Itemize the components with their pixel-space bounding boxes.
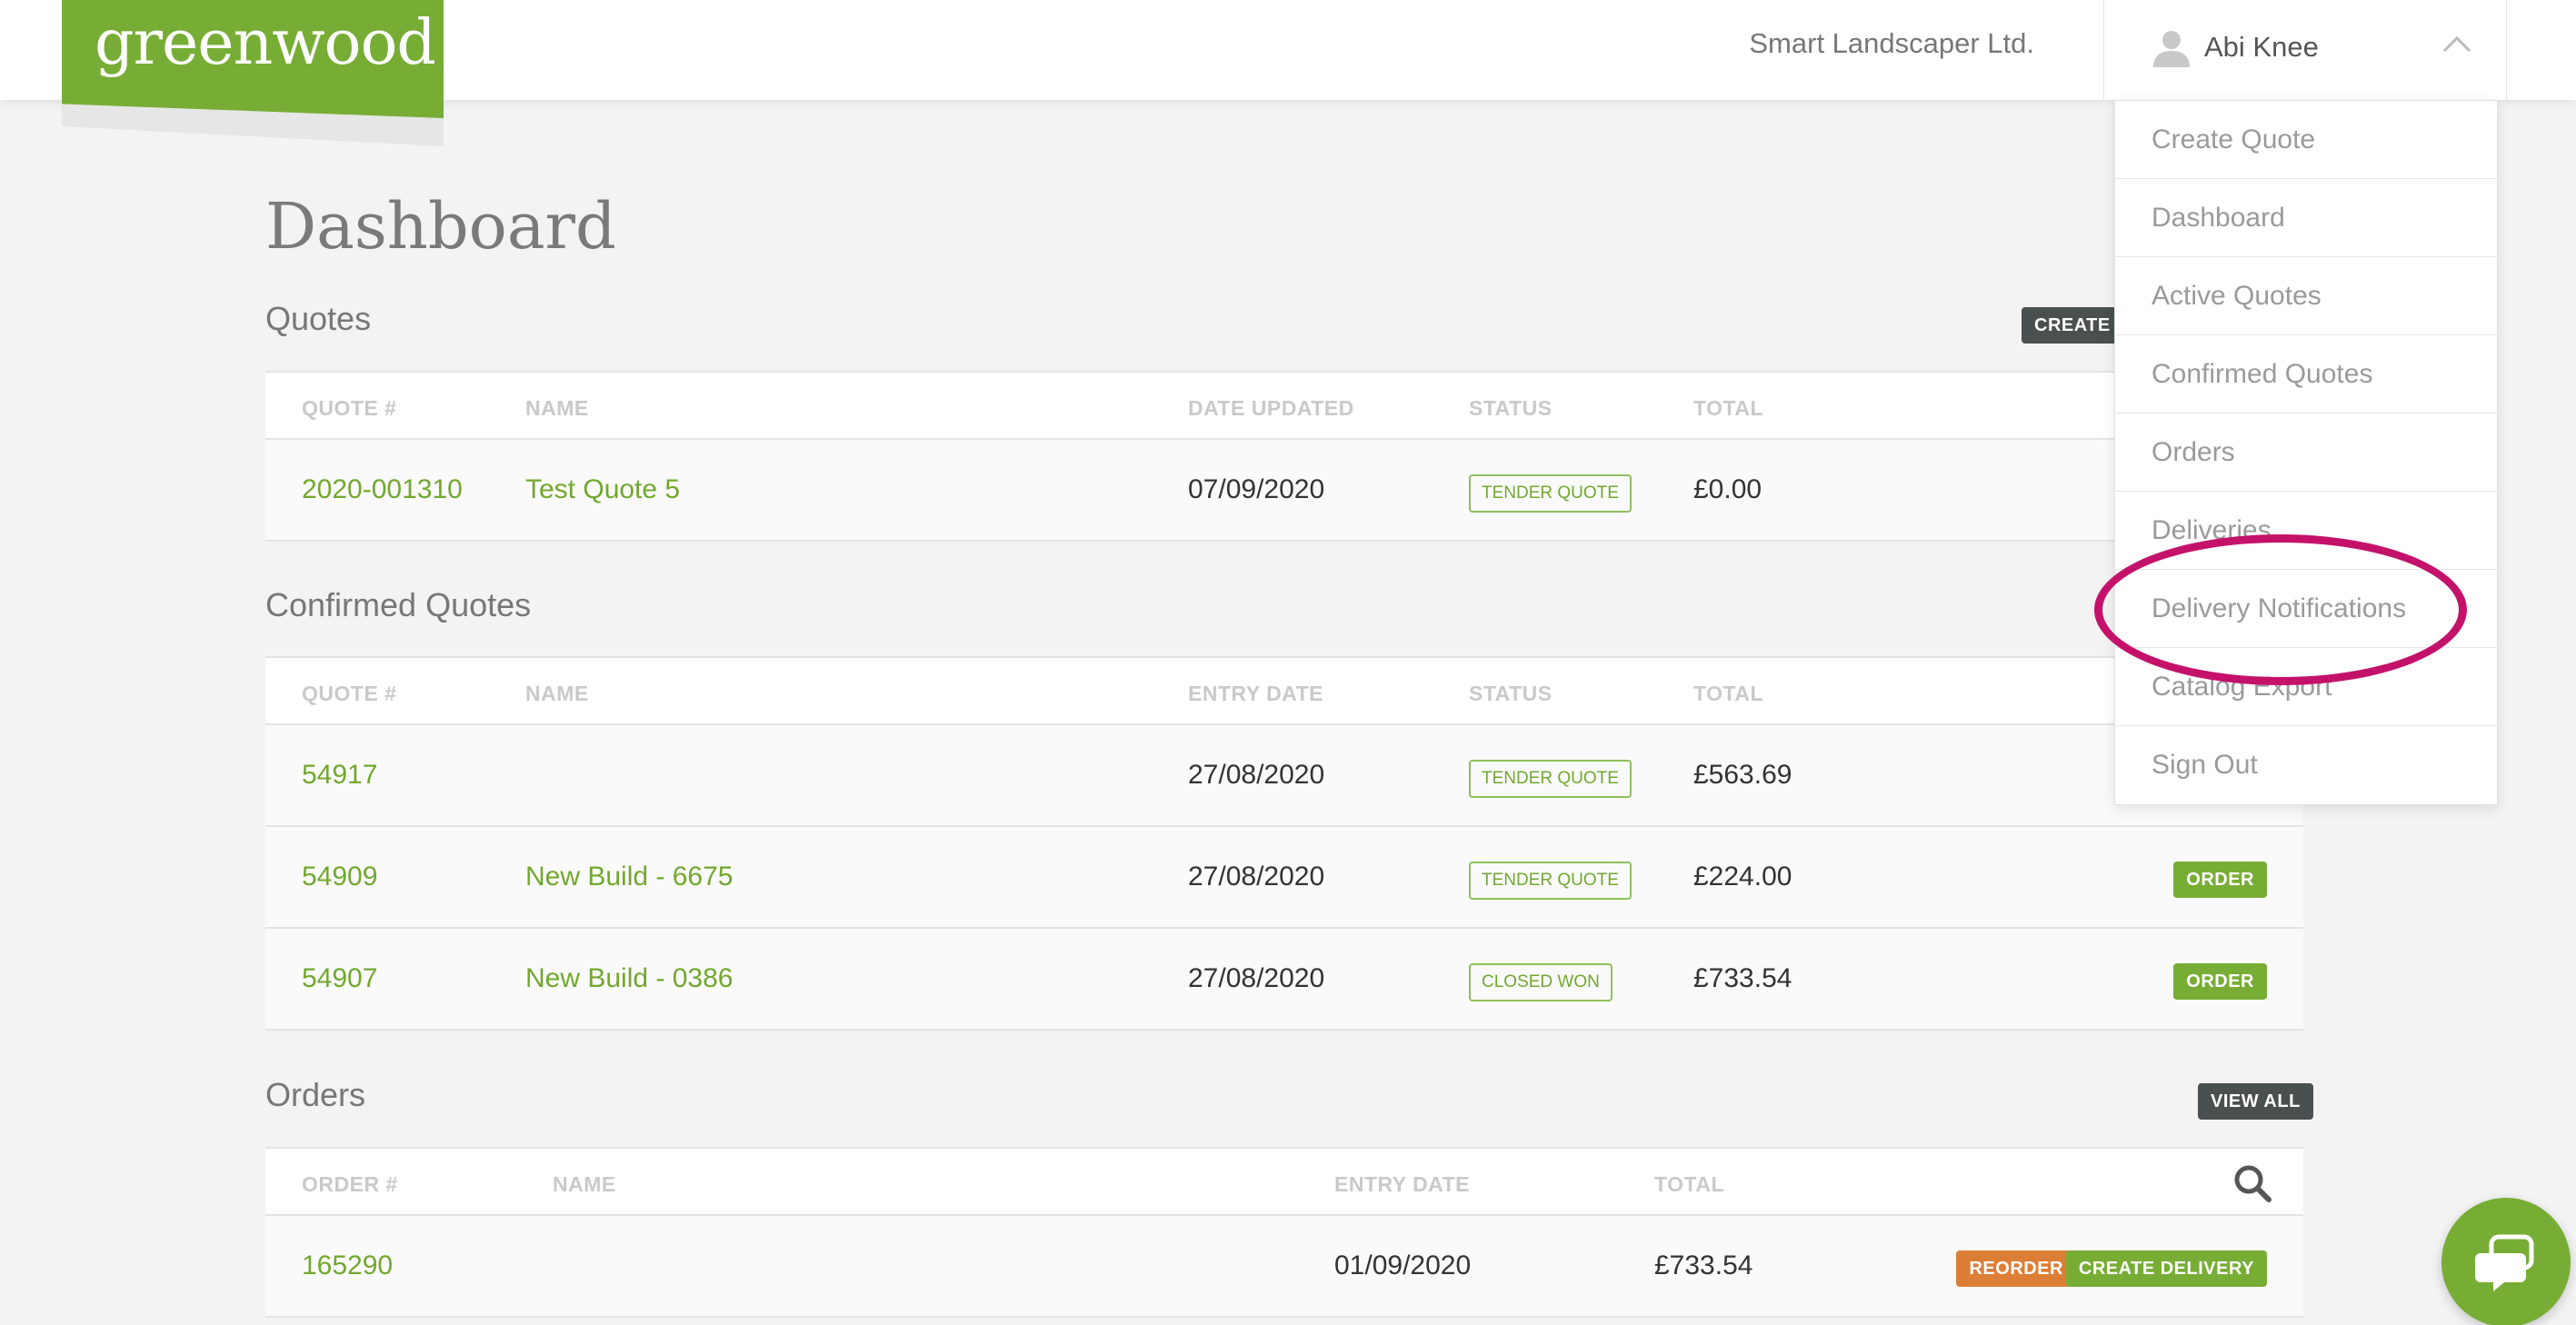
menu-item-create-quote[interactable]: Create Quote [2115, 101, 2497, 179]
col-status[interactable]: STATUS [1469, 396, 1553, 421]
confirmed-table-header: QUOTE # NAME ENTRY DATE STATUS TOTAL [265, 658, 2303, 725]
status-badge: CLOSED WON [1469, 963, 1612, 1001]
order-button[interactable]: ORDER [2173, 963, 2267, 1000]
col-entry-date[interactable]: ENTRY DATE [1188, 682, 1323, 706]
status-badge: TENDER QUOTE [1469, 862, 1632, 900]
col-name[interactable]: NAME [525, 682, 589, 706]
page-title: Dashboard [265, 189, 616, 264]
menu-item-catalog-export[interactable]: Catalog Export [2115, 648, 2497, 726]
orders-table-header: ORDER # NAME ENTRY DATE TOTAL [265, 1149, 2303, 1216]
order-button[interactable]: ORDER [2173, 862, 2267, 898]
entry-date: 27/08/2020 [1188, 862, 1325, 892]
menu-item-dashboard[interactable]: Dashboard [2115, 179, 2497, 257]
chevron-up-icon [2442, 35, 2471, 53]
order-total: £733.54 [1654, 1250, 1753, 1280]
table-row[interactable]: 2020-001310 Test Quote 5 07/09/2020 TEND… [265, 440, 2303, 542]
menu-item-deliveries[interactable]: Deliveries [2115, 492, 2497, 570]
entry-date: 01/09/2020 [1334, 1250, 1472, 1280]
view-all-button[interactable]: VIEW ALL [2198, 1083, 2313, 1120]
table-row[interactable]: 54909 New Build - 6675 27/08/2020 TENDER… [265, 827, 2303, 929]
quote-number-link[interactable]: 54909 [302, 862, 377, 892]
user-menu-toggle[interactable]: Abi Knee [2103, 0, 2507, 100]
table-row[interactable]: 54907 New Build - 0386 27/08/2020 CLOSED… [265, 929, 2303, 1031]
quote-name-link[interactable]: Test Quote 5 [525, 474, 680, 505]
confirmed-quotes-table: QUOTE # NAME ENTRY DATE STATUS TOTAL 549… [265, 656, 2303, 1031]
confirmed-quotes-section-title: Confirmed Quotes [265, 586, 532, 623]
quote-total: £0.00 [1693, 474, 1762, 504]
company-name: Smart Landscaper Ltd. [1749, 27, 2034, 59]
status-badge: TENDER QUOTE [1469, 474, 1632, 513]
quote-number-link[interactable]: 54917 [302, 760, 377, 791]
quotes-table-header: QUOTE # NAME DATE UPDATED STATUS TOTAL [265, 373, 2303, 440]
logo-text: greenwood [95, 7, 436, 79]
menu-item-confirmed-quotes[interactable]: Confirmed Quotes [2115, 335, 2497, 413]
quote-name-link[interactable]: New Build - 0386 [525, 963, 733, 994]
quote-date: 07/09/2020 [1188, 474, 1325, 504]
create-delivery-button[interactable]: CREATE DELIVERY [2065, 1250, 2267, 1287]
orders-table: ORDER # NAME ENTRY DATE TOTAL 165290 01/… [265, 1147, 2303, 1318]
table-row[interactable]: 54917 27/08/2020 TENDER QUOTE £563.69 [265, 725, 2303, 827]
menu-item-delivery-notifications[interactable]: Delivery Notifications [2115, 570, 2497, 648]
menu-item-active-quotes[interactable]: Active Quotes [2115, 257, 2497, 335]
col-entry-date[interactable]: ENTRY DATE [1334, 1172, 1470, 1197]
menu-item-orders[interactable]: Orders [2115, 413, 2497, 492]
entry-date: 27/08/2020 [1188, 760, 1325, 790]
user-name: Abi Knee [2204, 31, 2319, 63]
quote-total: £733.54 [1693, 963, 1792, 993]
quotes-table: QUOTE # NAME DATE UPDATED STATUS TOTAL 2… [265, 371, 2303, 542]
col-name[interactable]: NAME [525, 396, 589, 421]
search-icon[interactable] [2232, 1163, 2272, 1203]
col-date-updated[interactable]: DATE UPDATED [1188, 396, 1354, 421]
col-order-number[interactable]: ORDER # [302, 1172, 398, 1197]
chat-button[interactable] [2441, 1198, 2571, 1325]
quote-number-link[interactable]: 54907 [302, 963, 377, 994]
col-status[interactable]: STATUS [1469, 682, 1553, 706]
col-total[interactable]: TOTAL [1693, 682, 1763, 706]
quote-total: £563.69 [1693, 760, 1792, 790]
entry-date: 27/08/2020 [1188, 963, 1325, 993]
logo[interactable]: greenwood [62, 0, 444, 118]
status-badge: TENDER QUOTE [1469, 760, 1632, 798]
col-quote-number[interactable]: QUOTE # [302, 682, 396, 706]
col-total[interactable]: TOTAL [1654, 1172, 1724, 1197]
user-icon [2153, 31, 2190, 67]
quote-name-link[interactable]: New Build - 6675 [525, 862, 733, 892]
menu-item-sign-out[interactable]: Sign Out [2115, 726, 2497, 804]
user-dropdown-menu: Create Quote Dashboard Active Quotes Con… [2114, 100, 2498, 805]
orders-section-title: Orders [265, 1076, 366, 1113]
order-number-link[interactable]: 165290 [302, 1250, 393, 1281]
col-name[interactable]: NAME [553, 1172, 616, 1197]
quote-total: £224.00 [1693, 862, 1792, 892]
col-quote-number[interactable]: QUOTE # [302, 396, 396, 421]
quote-number-link[interactable]: 2020-001310 [302, 474, 463, 505]
col-total[interactable]: TOTAL [1693, 396, 1763, 421]
chat-icon [2475, 1234, 2534, 1291]
quotes-section-title: Quotes [265, 300, 372, 337]
reorder-button[interactable]: REORDER [1956, 1250, 2076, 1287]
table-row[interactable]: 165290 01/09/2020 £733.54 REORDER CREATE… [265, 1216, 2303, 1318]
